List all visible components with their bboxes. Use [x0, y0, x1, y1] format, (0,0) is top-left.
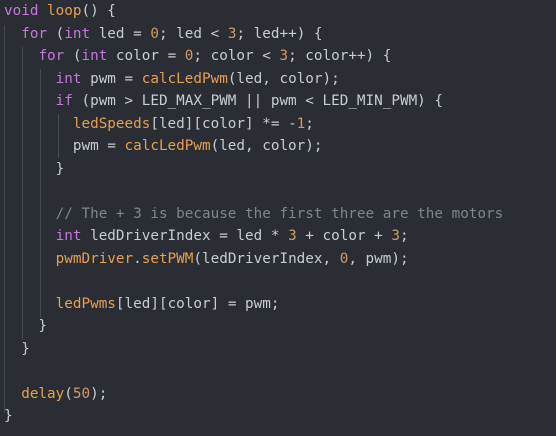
code-token: ; led <: [158, 25, 228, 42]
code-line[interactable]: }: [4, 338, 30, 361]
code-token: if: [55, 93, 73, 109]
code-token: int: [81, 48, 108, 64]
code-token: color =: [107, 48, 185, 64]
code-token: ledDriverIndex = led *: [81, 228, 289, 244]
code-line[interactable]: }: [4, 158, 65, 181]
code-token: (pwm > LED_MAX_PWM || pwm < LED_MIN_PWM)…: [72, 93, 443, 109]
code-token: calcLedPwm: [124, 138, 211, 154]
code-line[interactable]: // The + 3 is because the first three ar…: [4, 203, 504, 226]
code-token: pwm =: [4, 138, 125, 154]
code-token: (: [64, 385, 73, 402]
code-token: // The + 3 is because the first three ar…: [55, 205, 504, 222]
code-token: for: [21, 25, 48, 42]
code-token: ledSpeeds: [72, 115, 151, 132]
code-token: for: [38, 48, 65, 64]
code-line[interactable]: if (pwm > LED_MAX_PWM || pwm < LED_MIN_P…: [4, 90, 443, 113]
code-token: (ledDriverIndex,: [193, 250, 340, 267]
code-line[interactable]: delay(50);: [4, 383, 107, 406]
code-token: delay: [21, 385, 65, 402]
code-token: void: [4, 3, 39, 19]
code-token: }: [4, 318, 48, 334]
code-token: int: [55, 70, 82, 87]
code-token: int: [55, 228, 82, 244]
code-token: );: [90, 385, 108, 402]
code-token: pwmDriver: [55, 250, 134, 267]
code-line[interactable]: int ledDriverIndex = led * 3 + color + 3…: [4, 225, 409, 248]
code-line[interactable]: }: [4, 315, 47, 338]
code-token: () {: [81, 3, 116, 19]
code-token: }: [4, 160, 65, 177]
code-line[interactable]: int pwm = calcLedPwm(led, color);: [4, 68, 340, 91]
code-token: ;: [399, 228, 409, 244]
code-line[interactable]: pwmDriver.setPWM(ledDriverIndex, 0, pwm)…: [4, 248, 409, 271]
code-token: (led, color);: [227, 70, 340, 87]
code-token: + color +: [296, 228, 392, 244]
code-token: calcLedPwm: [141, 70, 228, 87]
code-line[interactable]: pwm = calcLedPwm(led, color);: [4, 135, 323, 158]
code-line[interactable]: ledSpeeds[led][color] *= -1;: [4, 113, 314, 136]
code-token: 3: [279, 48, 289, 64]
code-token: loop: [47, 3, 82, 19]
code-token: , pwm);: [348, 250, 409, 267]
code-token: 3: [288, 228, 297, 244]
code-token: .: [133, 250, 142, 267]
code-token: }: [4, 340, 30, 357]
code-token: led =: [90, 25, 151, 42]
code-token: pwm =: [81, 70, 142, 87]
code-line[interactable]: for (int led = 0; led < 3; led++) {: [4, 23, 323, 46]
code-token: ;: [305, 115, 314, 132]
code-token: 1: [296, 115, 306, 132]
code-token: [led][color] = pwm;: [115, 295, 280, 312]
code-token: ; led++) {: [236, 25, 323, 42]
code-token: ; color++) {: [288, 48, 392, 64]
code-line[interactable]: for (int color = 0; color < 3; color++) …: [4, 45, 391, 68]
code-token: 3: [391, 228, 400, 244]
code-token: (: [47, 25, 65, 42]
code-token: [led][color] *= -: [150, 115, 297, 132]
code-token: ledPwms: [55, 295, 116, 312]
code-token: 0: [150, 25, 159, 42]
code-token: int: [64, 25, 91, 42]
code-editor[interactable]: void loop() { for (int led = 0; led < 3;…: [0, 0, 556, 436]
code-token: }: [4, 408, 13, 424]
code-token: setPWM: [141, 250, 194, 267]
code-line[interactable]: void loop() {: [4, 0, 116, 23]
code-line[interactable]: ledPwms[led][color] = pwm;: [4, 293, 280, 316]
code-token: (led, color);: [210, 138, 323, 154]
code-token: ; color <: [193, 48, 280, 64]
code-token: (: [64, 48, 82, 64]
code-line[interactable]: }: [4, 405, 13, 428]
code-token: 50: [72, 385, 91, 402]
